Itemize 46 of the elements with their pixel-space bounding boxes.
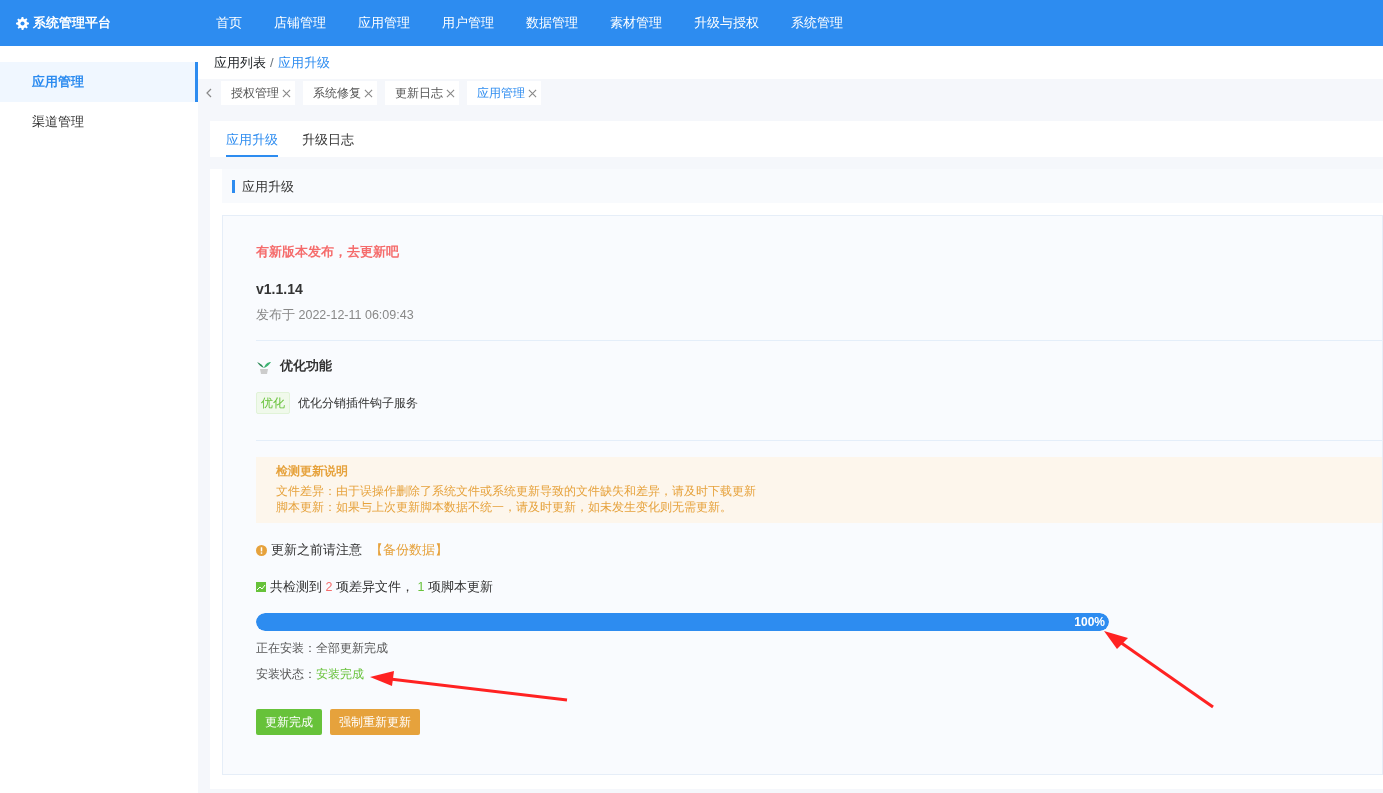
nav-link[interactable]: 素材管理 (594, 0, 678, 46)
warning-icon (256, 544, 267, 556)
status-line: 安装状态：安装完成 (256, 665, 365, 683)
nav-link[interactable]: 店铺管理 (258, 0, 342, 46)
close-icon[interactable] (364, 88, 373, 98)
chevron-left-icon[interactable] (206, 88, 213, 98)
breadcrumb-link[interactable]: 应用升级 (277, 52, 330, 73)
tab[interactable]: 应用升级 (226, 129, 278, 157)
chart-icon (256, 582, 266, 593)
close-icon[interactable] (282, 88, 291, 98)
update-notice: 有新版本发布，去更新吧 (256, 243, 400, 261)
change-tag: 优化 (256, 392, 290, 414)
close-icon[interactable] (528, 88, 537, 98)
page-tab[interactable]: 应用管理 (467, 81, 541, 105)
warning-text: 更新之前请注意 (271, 542, 362, 559)
version-label: v1.1.14 (256, 279, 304, 299)
breadcrumb-link[interactable]: 应用列表 (214, 52, 266, 73)
alert-line: 文件差异：由于误操作删除了系统文件或系统更新导致的文件缺失和差异，请及时下载更新 (276, 483, 757, 499)
sidebar-item[interactable]: 应用管理 (0, 62, 198, 102)
nav-link[interactable]: 系统管理 (775, 0, 859, 46)
progress-fill: 100% (256, 612, 1109, 631)
publish-date: 发布于 2022-12-11 06:09:43 (256, 306, 415, 324)
alert-line: 脚本更新：如果与上次更新脚本数据不统一，请及时更新，如未发生变化则无需更新。 (276, 499, 733, 515)
page-tab[interactable]: 授权管理 (221, 81, 295, 105)
sidebar-item[interactable]: 渠道管理 (0, 102, 198, 142)
page-tab[interactable]: 更新日志 (385, 81, 459, 105)
gear-icon (16, 16, 29, 30)
nav-link[interactable]: 用户管理 (426, 0, 510, 46)
action-button[interactable]: 更新完成 (256, 708, 322, 735)
breadcrumb-separator: / (270, 53, 274, 72)
nav-link[interactable]: 首页 (200, 0, 258, 46)
feature-heading: 优化功能 (280, 358, 332, 376)
nav-link[interactable]: 应用管理 (342, 0, 426, 46)
action-button[interactable]: 强制重新更新 (330, 708, 420, 735)
alert-title: 检测更新说明 (276, 463, 349, 479)
change-text: 优化分销插件钩子服务 (298, 395, 418, 412)
nav-link[interactable]: 数据管理 (510, 0, 594, 46)
backup-link[interactable]: 【备份数据】 (370, 541, 448, 560)
status-line: 正在安装：全部更新完成 (256, 639, 389, 657)
close-icon[interactable] (446, 88, 455, 98)
page-tab[interactable]: 系统修复 (303, 81, 377, 105)
detection-summary: 共检测到 2 项差异文件， 1 项脚本更新 (270, 578, 493, 596)
app-title: 系统管理平台 (33, 14, 111, 33)
nav-link[interactable]: 升级与授权 (678, 0, 775, 46)
section-title: 应用升级 (232, 179, 294, 193)
tab[interactable]: 升级日志 (302, 129, 354, 157)
